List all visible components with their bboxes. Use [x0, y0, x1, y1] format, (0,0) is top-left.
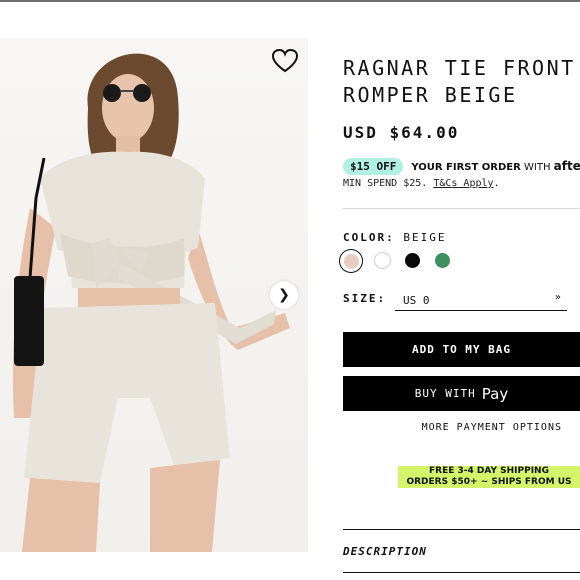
min-spend-text: MIN SPEND $25. T&Cs Apply.	[343, 178, 500, 189]
afterpay-promo: $15 OFF YOUR FIRST ORDER WITH afterp	[343, 158, 580, 175]
divider	[343, 572, 580, 573]
swatch-black[interactable]	[401, 249, 423, 271]
tcs-end: .	[493, 178, 500, 189]
divider	[343, 208, 580, 209]
swatch-beige[interactable]	[339, 249, 363, 273]
swatch-green-dot	[434, 252, 450, 268]
shipping-line-2: ORDERS $50+ ~ SHIPS FROM US	[398, 477, 580, 488]
shipping-line-1: FREE 3-4 DAY SHIPPING	[398, 466, 580, 477]
buy-with-label: BUY WITH	[414, 387, 476, 400]
apple-pay-logo: Pay	[481, 384, 509, 403]
product-photo-illustration	[12, 53, 290, 552]
chevron-down-icon: »	[554, 292, 561, 303]
promo-text: YOUR FIRST ORDER WITH afterp	[411, 159, 580, 173]
min-spend-label: MIN SPEND $25.	[343, 178, 428, 189]
color-selected-value: BEIGE	[403, 231, 447, 244]
swatch-beige-dot	[343, 253, 359, 269]
color-label-text: COLOR:	[343, 231, 395, 244]
afterpay-logo: afterp	[553, 159, 580, 173]
product-title: RAGNAR TIE FRONT ROMPER BEIGE	[343, 56, 576, 107]
tcs-link[interactable]: T&Cs Apply	[433, 178, 493, 189]
product-price: USD $64.00	[343, 123, 460, 142]
size-label: SIZE:	[343, 292, 387, 305]
swatch-white-dot	[373, 251, 391, 269]
next-image-button[interactable]: ❯	[270, 281, 298, 309]
swatch-green[interactable]	[431, 249, 453, 271]
promo-text-with: WITH	[520, 162, 554, 173]
apple-pay-button[interactable]: BUY WITH Pay	[343, 376, 580, 411]
wishlist-heart-icon[interactable]	[271, 48, 299, 74]
product-image[interactable]	[0, 38, 308, 552]
size-value: US 0	[403, 294, 430, 307]
more-payment-options-link[interactable]: MORE PAYMENT OPTIONS	[343, 422, 580, 433]
chevron-right-icon: ❯	[278, 287, 290, 303]
add-to-bag-button[interactable]: ADD TO MY BAG	[343, 332, 580, 367]
color-swatches	[339, 249, 453, 273]
size-select[interactable]: US 0 »	[395, 290, 567, 311]
shipping-banner: FREE 3-4 DAY SHIPPING ORDERS $50+ ~ SHIP…	[398, 466, 580, 488]
top-border	[0, 0, 580, 2]
description-toggle[interactable]: DESCRIPTION	[343, 545, 427, 558]
color-label: COLOR: BEIGE	[343, 231, 447, 244]
divider	[343, 529, 580, 530]
promo-badge: $15 OFF	[343, 158, 404, 175]
promo-text-prefix: YOUR FIRST ORDER	[411, 162, 521, 173]
swatch-white[interactable]	[371, 249, 393, 271]
swatch-black-dot	[404, 252, 420, 268]
